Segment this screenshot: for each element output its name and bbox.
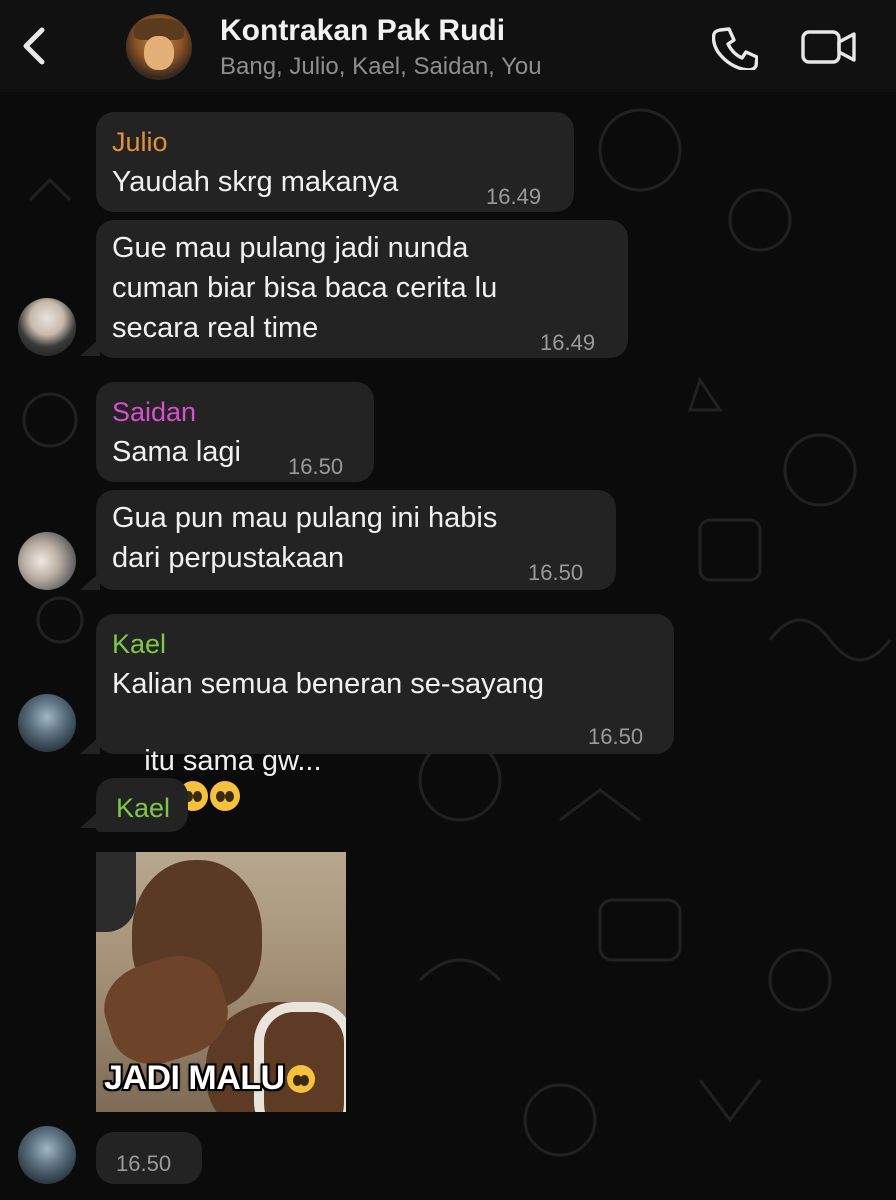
chat-members[interactable]: Bang, Julio, Kael, Saidan, You [220,53,542,81]
message-bubble[interactable]: Gue mau pulang jadi nunda cuman biar bis… [96,220,628,358]
message-bubble[interactable]: Julio Yaudah skrg makanya 16.49 [96,112,574,212]
message-time: 16.50 [528,560,584,585]
message-text: Sama lagi [112,436,241,468]
avatar[interactable] [18,298,76,356]
pleading-face-emoji [210,781,241,811]
image-message-bubble[interactable]: Kael [96,778,188,832]
group-avatar[interactable] [126,14,192,80]
video-camera-icon[interactable] [800,26,858,68]
bubble-tail [80,338,100,356]
chat-header: Kontrakan Pak Rudi Bang, Julio, Kael, Sa… [0,0,896,92]
meme-image[interactable]: JADI MALU [96,852,346,1112]
phone-icon[interactable] [712,24,758,70]
message-text: Gua pun mau pulang ini habis [112,502,498,534]
laughing-emoji [286,1065,315,1093]
message-text: dari perpustakaan [112,542,345,574]
message-bubble[interactable]: Kael Kalian semua beneran se-sayang itu … [96,614,674,811]
back-chevron-icon[interactable] [14,24,54,68]
chat-title[interactable]: Kontrakan Pak Rudi [220,14,505,48]
message-text: secara real time [112,312,319,344]
sender-name: Julio [112,127,168,157]
avatar[interactable] [18,1126,76,1184]
message-time: 16.50 [588,724,644,749]
meme-caption: JADI MALU [104,1059,315,1098]
sender-name: Kael [112,629,167,659]
image-time-badge: 16.50 [96,1132,202,1184]
sender-name: Saidan [112,397,197,427]
message-text: Gue mau pulang jadi nunda [112,232,469,264]
message-time: 16.49 [540,330,596,355]
bubble-tail [80,810,100,828]
message-text: cuman biar bisa baca cerita lu [112,272,498,304]
message-time: 16.50 [288,454,344,479]
message-text: Yaudah skrg makanya [112,166,399,198]
avatar[interactable] [18,694,76,752]
bubble-tail [80,572,100,590]
sender-name: Kael [116,793,171,823]
bubble-tail [80,736,100,754]
message-text: itu sama gw... [144,745,322,777]
message-text: Kalian semua beneran se-sayang [112,668,545,700]
message-bubble[interactable]: Saidan Sama lagi 16.50 [96,382,374,482]
avatar[interactable] [18,532,76,590]
message-time: 16.50 [116,1151,172,1176]
message-time: 16.49 [486,184,542,209]
message-bubble[interactable]: Gua pun mau pulang ini habis dari perpus… [96,490,616,590]
